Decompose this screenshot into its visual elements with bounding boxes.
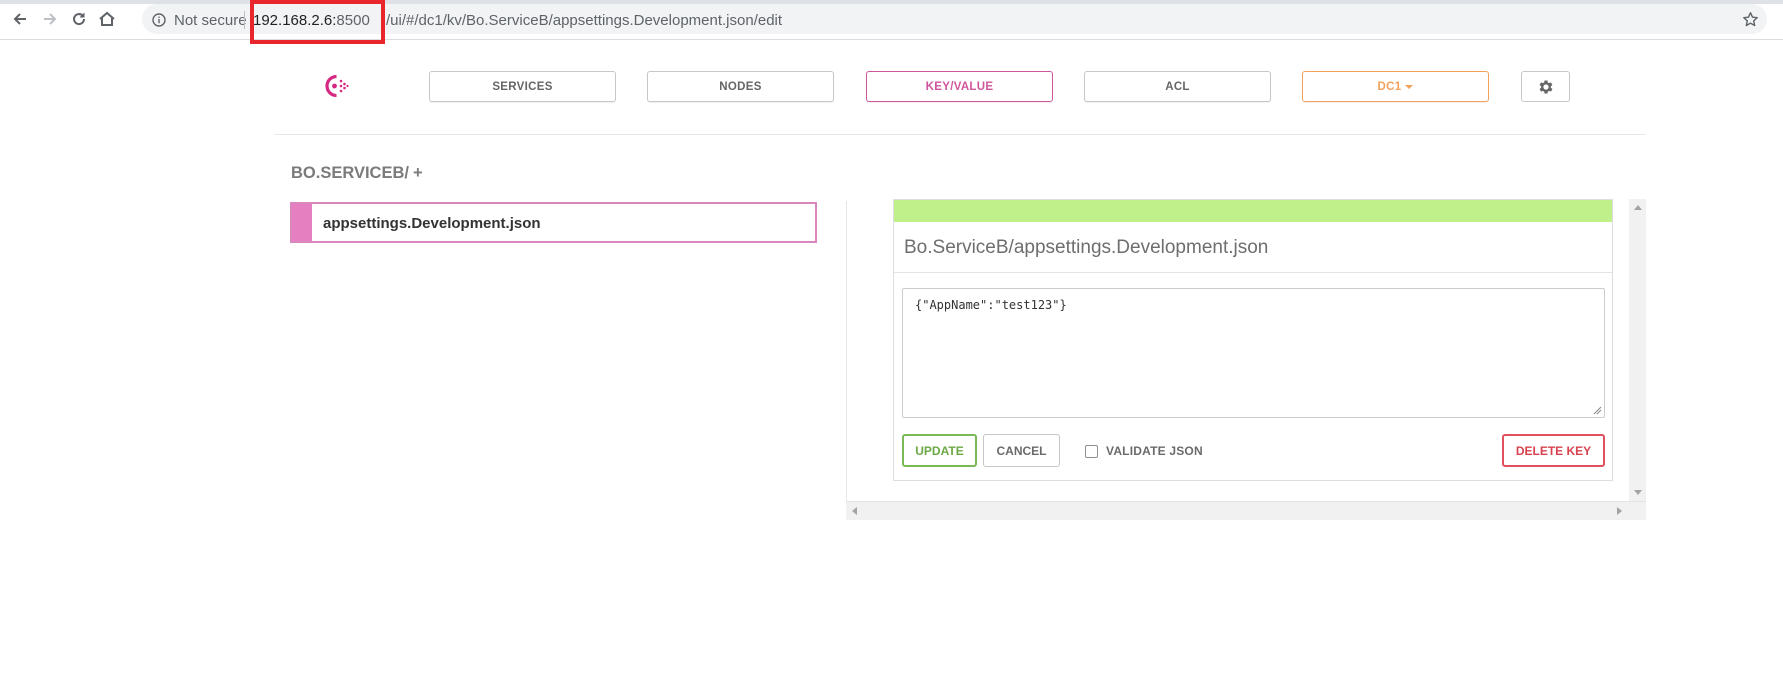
key-value-textarea[interactable]: {"AppName":"test123"}: [902, 288, 1605, 418]
key-path-title: Bo.ServiceB/appsettings.Development.json: [904, 237, 1269, 258]
status-bar: [894, 200, 1612, 222]
datacenter-label: DC1: [1377, 80, 1402, 93]
column-divider: [846, 201, 847, 519]
info-icon[interactable]: [152, 13, 166, 27]
caret-down-icon: [1405, 85, 1414, 89]
url-path[interactable]: /ui/#/dc1/kv/Bo.ServiceB/appsettings.Dev…: [386, 12, 782, 29]
gear-icon: [1539, 79, 1552, 94]
validate-json-checkbox[interactable]: [1085, 444, 1098, 458]
header-divider: [274, 134, 1646, 135]
forward-arrow-icon: [44, 13, 57, 25]
reload-icon: [73, 13, 86, 26]
validate-json-label: VALIDATE JSON: [1106, 444, 1203, 458]
settings-button[interactable]: [1521, 71, 1570, 102]
cancel-button[interactable]: CANCEL: [983, 434, 1060, 467]
security-status[interactable]: Not secure: [174, 12, 247, 29]
scroll-left-arrow-icon[interactable]: [852, 507, 857, 515]
scroll-right-arrow-icon[interactable]: [1617, 507, 1622, 515]
annotation-highlight-box: [250, 0, 385, 44]
breadcrumb-folder-link[interactable]: BO.SERVICEB/: [291, 164, 409, 182]
kv-item-label: appsettings.Development.json: [323, 215, 541, 232]
add-key-button[interactable]: +: [413, 164, 423, 182]
resize-grip-icon[interactable]: [1593, 406, 1602, 415]
kv-list-item[interactable]: appsettings.Development.json: [290, 202, 817, 243]
forward-button[interactable]: [38, 7, 62, 31]
reload-button[interactable]: [67, 7, 91, 31]
kv-breadcrumb: BO.SERVICEB/+: [291, 164, 423, 183]
tab-services[interactable]: SERVICES: [429, 71, 616, 102]
back-arrow-icon: [13, 13, 26, 25]
bookmark-star-icon[interactable]: [1742, 11, 1759, 28]
back-button[interactable]: [8, 7, 32, 31]
url-separator: [244, 11, 245, 29]
scroll-up-arrow-icon[interactable]: [1634, 205, 1642, 210]
validate-json-toggle[interactable]: VALIDATE JSON: [1085, 443, 1203, 459]
selected-indicator: [292, 204, 312, 241]
consul-logo-icon[interactable]: [320, 72, 350, 100]
scroll-down-arrow-icon[interactable]: [1634, 490, 1642, 495]
vertical-scrollbar[interactable]: [1629, 199, 1646, 501]
tab-nodes[interactable]: NODES: [647, 71, 834, 102]
delete-key-button[interactable]: DELETE KEY: [1502, 434, 1605, 467]
update-button[interactable]: UPDATE: [902, 434, 977, 467]
home-icon: [99, 11, 115, 26]
key-edit-panel: Bo.ServiceB/appsettings.Development.json…: [893, 199, 1613, 481]
datacenter-dropdown[interactable]: DC1: [1302, 71, 1489, 102]
tab-key-value[interactable]: KEY/VALUE: [866, 71, 1053, 102]
tab-acl[interactable]: ACL: [1084, 71, 1271, 102]
horizontal-scrollbar[interactable]: [846, 501, 1646, 520]
panel-divider: [894, 272, 1612, 273]
home-button[interactable]: [95, 7, 119, 31]
